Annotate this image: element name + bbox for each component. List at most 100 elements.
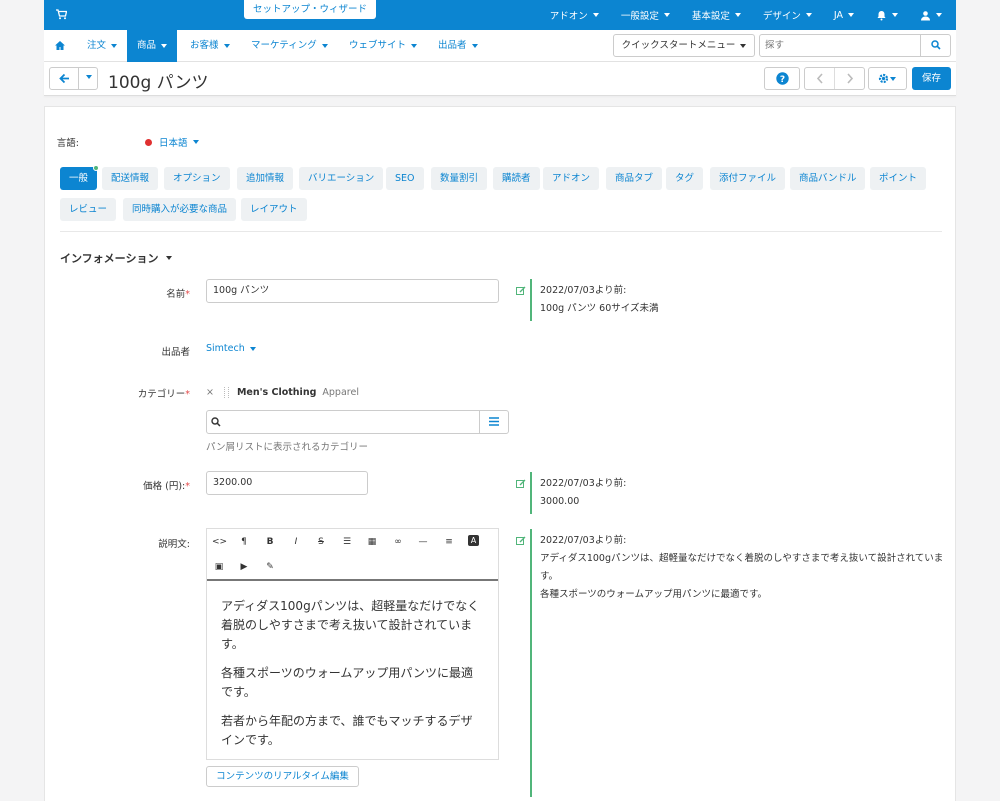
edit-icon[interactable] — [516, 479, 526, 489]
name-input[interactable]: 100g パンツ — [206, 279, 499, 303]
price-label-text: 価格 (円): — [143, 481, 186, 492]
search-box — [759, 34, 951, 57]
tab-layout[interactable]: レイアウト — [241, 198, 307, 221]
chevron-right-icon — [847, 73, 854, 84]
link-icon[interactable]: ∞ — [391, 535, 405, 549]
arrow-left-icon — [59, 73, 69, 84]
nav-customers[interactable]: お客様 — [190, 30, 230, 62]
settings-dropdown-button[interactable] — [868, 67, 907, 90]
tab-general[interactable]: 一般 — [60, 165, 100, 190]
help-button[interactable]: ? — [764, 67, 800, 90]
price-history: 2022/07/03より前: 3000.00 — [530, 472, 626, 514]
nav-products[interactable]: 商品 — [127, 30, 178, 62]
horizontal-rule-icon[interactable]: — — [416, 535, 430, 549]
tab-points[interactable]: ポイント — [870, 167, 927, 190]
drag-handle-icon[interactable] — [223, 387, 229, 398]
price-input[interactable]: 3200.00 — [206, 471, 368, 495]
paragraph-icon[interactable]: ¶ — [237, 535, 251, 549]
strikethrough-icon[interactable]: S — [314, 535, 328, 549]
history-value: アディダス100gパンツは、超軽量なだけでなく着脱のしやすさまで考え抜いて設計さ… — [540, 553, 944, 564]
editor-content[interactable]: アディダス100gパンツは、超軽量なだけでなく着脱のしやすさまで考え抜いて設計さ… — [207, 581, 498, 776]
tab-options[interactable]: オプション — [164, 167, 230, 190]
main-nav: 注文 商品 お客様 マーケティング ウェブサイト 出品者 クイックスタートメニュ… — [44, 30, 956, 62]
search-button[interactable] — [920, 35, 950, 56]
top-menu-basic-settings[interactable]: 基本設定 — [692, 8, 741, 22]
chevron-down-icon — [592, 13, 599, 17]
user-menu[interactable] — [920, 10, 942, 21]
tab-seo[interactable]: SEO — [386, 167, 424, 190]
top-menu-addons[interactable]: アドオン — [550, 8, 599, 22]
back-history-dropdown[interactable] — [79, 68, 98, 89]
chevron-left-icon — [816, 73, 823, 84]
tab-quantity-discounts[interactable]: 数量割引 — [431, 167, 488, 190]
tab-attachments[interactable]: 添付ファイル — [710, 167, 786, 190]
bullet-list-icon[interactable]: ☰ — [340, 535, 354, 549]
help-icon: ? — [776, 72, 789, 85]
tab-product-tabs[interactable]: 商品タブ — [606, 167, 663, 190]
nav-website[interactable]: ウェブサイト — [349, 30, 418, 62]
category-picker-button[interactable] — [479, 411, 508, 433]
top-menu-general-settings[interactable]: 一般設定 — [621, 8, 670, 22]
italic-icon[interactable]: I — [289, 535, 303, 549]
bold-icon[interactable]: B — [263, 535, 277, 549]
nav-vendors[interactable]: 出品者 — [438, 30, 478, 62]
video-icon[interactable]: ▶ — [237, 560, 251, 574]
history-date: 2022/07/03より前: — [540, 478, 627, 489]
magic-wand-icon[interactable]: ✎ — [263, 560, 277, 574]
code-view-icon[interactable]: <> — [212, 535, 227, 549]
cart-icon[interactable] — [55, 8, 67, 20]
tab-additional[interactable]: 追加情報 — [237, 167, 294, 190]
product-edit-panel: 言語: 日本語 一般 配送情報 オプション 追加情報 バリエーション SEO 数… — [44, 106, 956, 801]
category-label: カテゴリー* — [70, 386, 190, 400]
align-icon[interactable]: ≡ — [442, 535, 456, 549]
chevron-down-icon — [740, 43, 747, 48]
notifications-menu[interactable] — [876, 10, 898, 21]
live-edit-button[interactable]: コンテンツのリアルタイム編集 — [206, 766, 359, 787]
language-selector-dropdown[interactable]: 日本語 — [145, 135, 199, 149]
tab-reviews[interactable]: レビュー — [60, 198, 117, 221]
top-menu-label: 基本設定 — [691, 11, 730, 22]
save-button[interactable]: 保存 — [912, 67, 951, 90]
table-icon[interactable]: ▦ — [365, 535, 379, 549]
tab-subscribers[interactable]: 購読者 — [493, 167, 540, 190]
tab-addons[interactable]: アドオン — [543, 167, 600, 190]
section-toggle-information[interactable]: インフォメーション — [60, 250, 173, 266]
nav-label: 注文 — [87, 40, 107, 51]
chevron-down-icon — [805, 13, 812, 17]
chevron-down-icon — [192, 140, 199, 144]
search-input[interactable] — [765, 38, 915, 53]
chevron-down-icon — [321, 43, 328, 48]
edit-icon[interactable] — [516, 286, 526, 296]
tab-product-bundles[interactable]: 商品バンドル — [790, 167, 866, 190]
back-button[interactable] — [50, 68, 79, 89]
nav-orders[interactable]: 注文 — [87, 30, 118, 62]
tab-variations[interactable]: バリエーション — [299, 167, 384, 190]
home-icon[interactable] — [54, 40, 66, 51]
gear-icon — [878, 73, 889, 84]
name-label: 名前* — [70, 286, 190, 300]
history-date: 2022/07/03より前: — [540, 535, 627, 546]
remove-category-button[interactable]: × — [206, 387, 214, 398]
history-value: す。 — [540, 571, 559, 582]
nav-label: 出品者 — [438, 40, 467, 51]
tab-tags[interactable]: タグ — [666, 167, 704, 190]
top-menu-design[interactable]: デザイン — [763, 8, 812, 22]
nav-marketing[interactable]: マーケティング — [251, 30, 328, 62]
tab-required-products[interactable]: 同時購入が必要な商品 — [123, 198, 237, 221]
chevron-down-icon — [892, 13, 898, 17]
next-product-button[interactable] — [835, 68, 865, 89]
top-bar: セットアップ・ウィザード アドオン 一般設定 基本設定 デザイン JA — [44, 0, 956, 30]
chevron-down-icon — [85, 75, 92, 79]
category-search-input[interactable] — [207, 411, 479, 433]
image-icon[interactable]: ▣ — [212, 560, 226, 574]
edit-icon[interactable] — [516, 536, 526, 546]
prev-product-button[interactable] — [805, 68, 835, 89]
setup-wizard-button[interactable]: セットアップ・ウィザード — [244, 0, 377, 19]
quickstart-menu-button[interactable]: クイックスタートメニュー — [613, 34, 755, 57]
text-color-icon[interactable]: A — [468, 535, 479, 546]
vendor-selector[interactable]: Simtech — [206, 343, 256, 354]
language-value: 日本語 — [159, 138, 188, 149]
tab-shipping[interactable]: 配送情報 — [102, 167, 159, 190]
chevron-down-icon — [734, 13, 741, 17]
language-selector[interactable]: JA — [834, 10, 854, 21]
